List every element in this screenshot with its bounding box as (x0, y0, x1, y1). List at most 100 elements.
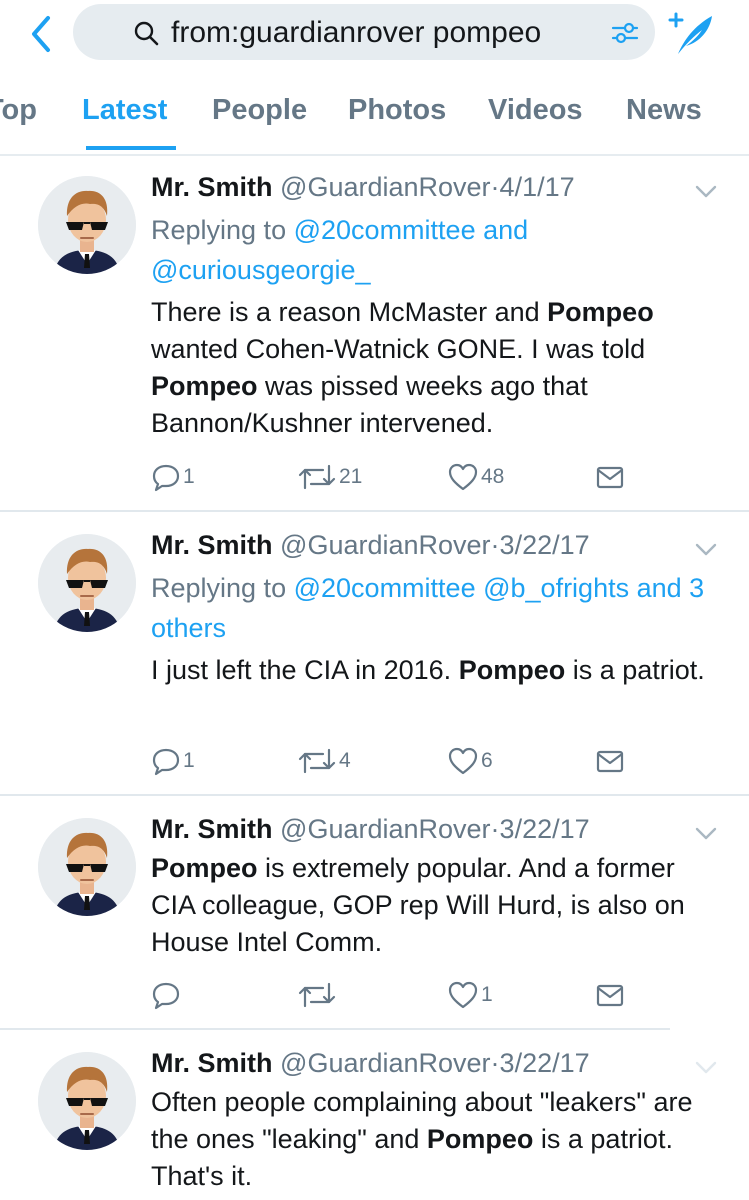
envelope-icon (596, 750, 624, 773)
tweet-text: There is a reason McMaster and Pompeo wa… (151, 294, 731, 442)
compose-feather-icon (668, 12, 712, 54)
direct-message-button[interactable] (595, 460, 625, 494)
reply-button[interactable]: 1 (151, 460, 195, 494)
tweet-header: Mr. Smith @GuardianRover·4/1/17 (151, 170, 575, 204)
replying-to: Replying to @20committee and @curiousgeo… (151, 210, 721, 290)
tab-latest[interactable]: Latest (82, 92, 167, 128)
highlighted-keyword: Pompeo (458, 655, 566, 685)
highlighted-keyword: Pompeo (151, 371, 258, 401)
tweet-header: Mr. Smith @GuardianRover·3/22/17 (151, 528, 590, 562)
author-handle[interactable]: @GuardianRover (280, 530, 491, 560)
author-handle[interactable]: @GuardianRover (280, 172, 491, 202)
text-segment: I just left the CIA in 2016. (151, 655, 459, 685)
chevron-down-icon[interactable] (694, 184, 718, 200)
search-icon (134, 21, 159, 46)
retweet-button[interactable] (297, 978, 339, 1012)
retweet-icon (298, 982, 336, 1008)
user-avatar-icon (38, 534, 136, 632)
tab-top[interactable]: Top (0, 92, 37, 128)
envelope-icon (596, 466, 624, 489)
tweet-date[interactable]: 3/22/17 (500, 814, 590, 844)
chevron-down-icon[interactable] (694, 542, 718, 558)
author-name[interactable]: Mr. Smith (151, 530, 273, 560)
separator-dot: · (490, 814, 500, 844)
reply-button[interactable]: 1 (151, 744, 195, 778)
text-segment: wanted Cohen-Watnick GONE. I was told (151, 334, 646, 364)
like-button[interactable]: 1 (447, 978, 493, 1012)
retweet-count: 21 (339, 465, 363, 488)
search-tabs: Top Latest People Photos Videos News (0, 70, 749, 156)
tweet-actions: 1 4 6 (151, 744, 641, 778)
tweet-actions: 1 21 48 (151, 460, 641, 494)
author-name[interactable]: Mr. Smith (151, 172, 273, 202)
filter-icon[interactable] (610, 18, 640, 48)
replying-to-label: Replying to (151, 573, 287, 603)
author-handle[interactable]: @GuardianRover (280, 1048, 491, 1078)
avatar[interactable] (38, 534, 136, 632)
back-button[interactable] (26, 12, 60, 56)
heart-icon (448, 747, 478, 775)
tab-people[interactable]: People (212, 92, 307, 128)
retweet-icon (298, 748, 336, 774)
retweet-button[interactable]: 21 (297, 460, 362, 494)
direct-message-button[interactable] (595, 744, 625, 778)
search-header: from:guardianrover pompeo (0, 0, 749, 70)
like-button[interactable]: 6 (447, 744, 493, 778)
like-button[interactable]: 48 (447, 460, 504, 494)
tab-photos[interactable]: Photos (348, 92, 446, 128)
tweet-text: Often people complaining about "leakers"… (151, 1084, 711, 1195)
user-avatar-icon (38, 1052, 136, 1150)
mention-link[interactable]: @curiousgeorgie_ (151, 255, 371, 285)
search-input[interactable]: from:guardianrover pompeo (73, 4, 655, 60)
author-name[interactable]: Mr. Smith (151, 814, 273, 844)
mention-link[interactable]: @20committee (294, 573, 476, 603)
retweet-count: 4 (339, 749, 351, 772)
reply-count: 1 (183, 465, 195, 488)
chevron-down-icon[interactable] (694, 1060, 718, 1076)
envelope-icon (596, 984, 624, 1007)
tweet[interactable]: Mr. Smith @GuardianRover·3/22/17 Often p… (0, 1030, 749, 1200)
tweet-actions: 1 (151, 978, 641, 1012)
author-name[interactable]: Mr. Smith (151, 1048, 273, 1078)
chevron-left-icon (32, 16, 50, 52)
reply-button[interactable] (151, 978, 183, 1012)
tweet[interactable]: Mr. Smith @GuardianRover·4/1/17 Replying… (0, 156, 749, 512)
tweet[interactable]: Mr. Smith @GuardianRover·3/22/17 Replyin… (0, 512, 749, 796)
reply-icon (152, 464, 180, 492)
retweet-button[interactable]: 4 (297, 744, 351, 778)
highlighted-keyword: Pompeo (426, 1124, 534, 1154)
text-segment: is a patriot. (565, 655, 705, 685)
reply-icon (152, 982, 180, 1010)
user-avatar-icon (38, 176, 136, 274)
tweet-date[interactable]: 3/22/17 (500, 1048, 590, 1078)
avatar[interactable] (38, 1052, 136, 1150)
compose-tweet-button[interactable] (664, 8, 716, 58)
tweet-header: Mr. Smith @GuardianRover·3/22/17 (151, 812, 590, 846)
replying-to: Replying to @20committee @b_ofrights and… (151, 568, 711, 648)
like-count: 1 (481, 983, 493, 1006)
mention-conjunction[interactable]: and (483, 215, 528, 245)
mention-link[interactable]: @20committee (294, 215, 476, 245)
user-avatar-icon (38, 818, 136, 916)
like-count: 6 (481, 749, 493, 772)
separator-dot: · (490, 172, 500, 202)
tweet-date[interactable]: 4/1/17 (500, 172, 575, 202)
avatar[interactable] (38, 176, 136, 274)
tweet-header: Mr. Smith @GuardianRover·3/22/17 (151, 1046, 590, 1080)
tab-videos[interactable]: Videos (488, 92, 583, 128)
author-handle[interactable]: @GuardianRover (280, 814, 491, 844)
tweet-date[interactable]: 3/22/17 (500, 530, 590, 560)
replying-to-label: Replying to (151, 215, 287, 245)
chevron-down-icon[interactable] (694, 826, 718, 842)
tweet[interactable]: Mr. Smith @GuardianRover·3/22/17 Pompeo … (0, 796, 749, 1030)
highlighted-keyword: Pompeo (547, 297, 654, 327)
separator-dot: · (490, 530, 500, 560)
text-segment: There is a reason McMaster and (151, 297, 548, 327)
active-tab-indicator (86, 146, 176, 150)
tweet-text: I just left the CIA in 2016. Pompeo is a… (151, 652, 731, 689)
tab-news[interactable]: News (626, 92, 702, 128)
like-count: 48 (481, 465, 505, 488)
avatar[interactable] (38, 818, 136, 916)
direct-message-button[interactable] (595, 978, 625, 1012)
mention-link[interactable]: @b_ofrights (483, 573, 629, 603)
